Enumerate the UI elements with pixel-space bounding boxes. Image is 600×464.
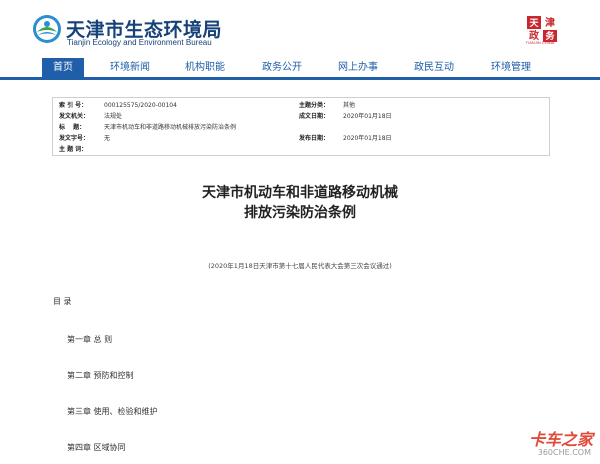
meta-docno-value: 无 (104, 135, 111, 142)
meta-title-value: 天津市机动车和非道路移动机械排放污染防治条例 (104, 124, 237, 131)
document-title-line-1: 天津市机动车和非道路移动机械 (202, 185, 398, 201)
document-title-line-2: 排放污染防治条例 (244, 205, 356, 221)
meta-keywords-label: 主 题 词： (59, 146, 88, 153)
site-header: 天津市生态环境局 Tianjin Ecology and Environment… (0, 0, 600, 58)
nav-item-news[interactable]: 环境新闻 (101, 58, 159, 78)
toc-item: 第四章 区域协同 (67, 443, 126, 452)
meta-issuer-value: 法规处 (104, 113, 123, 120)
nav-item-functions[interactable]: 机构职能 (176, 58, 234, 78)
toc-heading: 目 录 (53, 297, 72, 306)
toc-item: 第一章 总 则 (67, 335, 113, 344)
document-subtitle: (2020年1月18日天津市第十七届人民代表大会第三次会议通过) (208, 262, 392, 270)
main-nav: 首页 环境新闻 机构职能 政务公开 网上办事 政民互动 环境管理 (0, 58, 600, 80)
document-metadata: 索 引 号： 000125575/2020-00104 主题分类： 其他 发文机… (52, 97, 550, 156)
meta-issuer-label: 发文机关： (59, 113, 90, 120)
meta-category-value: 其他 (343, 102, 356, 109)
nav-item-env-management[interactable]: 环境管理 (482, 58, 540, 78)
nav-item-home[interactable]: 首页 (42, 58, 84, 78)
watermark-main: 卡车之家 (528, 430, 593, 449)
watermark-sub: 360CHE.COM (537, 448, 591, 457)
svg-text:津: 津 (545, 16, 555, 29)
meta-category-label: 主题分类： (299, 102, 330, 109)
site-subtitle: Tianjin Ecology and Environment Bureau (67, 38, 212, 47)
toc-item: 第二章 预防和控制 (67, 371, 134, 380)
meta-docno-label: 发文字号： (59, 135, 90, 142)
meta-index-label: 索 引 号： (59, 102, 88, 109)
bureau-logo-icon[interactable] (32, 14, 62, 44)
nav-item-interaction[interactable]: 政民互动 (405, 58, 463, 78)
meta-index-value: 000125575/2020-00104 (104, 102, 177, 109)
meta-created-label: 成文日期： (299, 113, 330, 120)
nav-item-online-service[interactable]: 网上办事 (329, 58, 387, 78)
meta-published-label: 发布日期： (299, 135, 330, 142)
meta-published-value: 2020年01月18日 (343, 135, 392, 142)
meta-created-value: 2020年01月18日 (343, 113, 392, 120)
toc-item: 第三章 使用、检验和维护 (67, 407, 158, 416)
nav-item-gov-affairs[interactable]: 政务公开 (253, 58, 311, 78)
meta-title-label: 标 题： (59, 124, 86, 131)
watermark: 卡车之家 360CHE.COM (505, 426, 597, 462)
emblem-caption: TIANJIN CHINA (525, 40, 555, 45)
svg-text:天: 天 (529, 18, 539, 29)
